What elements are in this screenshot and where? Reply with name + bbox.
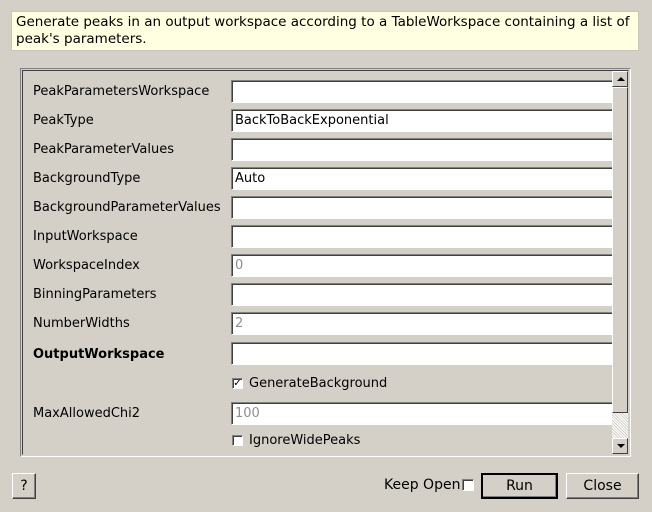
- property-label: WorkspaceIndex: [33, 258, 140, 273]
- property-row-backgroundparametervalues: BackgroundParameterValues: [23, 196, 618, 220]
- numberwidths-input[interactable]: 2: [231, 312, 616, 335]
- property-row-binningparameters: BinningParameters: [23, 283, 618, 307]
- property-row-peaktype: PeakType BackToBackExponential: [23, 109, 618, 133]
- peakparametersworkspace-input[interactable]: [231, 80, 616, 103]
- binningparameters-input[interactable]: [231, 283, 616, 306]
- close-button[interactable]: Close: [566, 473, 639, 499]
- property-label: BackgroundType: [33, 171, 141, 186]
- property-label: PeakParametersWorkspace: [33, 84, 210, 99]
- workspaceindex-input[interactable]: 0: [231, 254, 616, 277]
- property-label: NumberWidths: [33, 316, 130, 331]
- properties-panel: PeakParametersWorkspace PeakType BackToB…: [20, 68, 631, 457]
- property-label: PeakParameterValues: [33, 142, 174, 157]
- inputworkspace-input[interactable]: [231, 225, 616, 248]
- run-button[interactable]: Run: [481, 473, 558, 499]
- scrollbar-thumb[interactable]: [612, 87, 628, 413]
- vertical-scrollbar[interactable]: [612, 71, 628, 454]
- outputworkspace-input[interactable]: [231, 342, 616, 365]
- property-row-peakparametervalues: PeakParameterValues: [23, 138, 618, 162]
- arrow-up-icon: [617, 77, 625, 81]
- maxallowedchi2-input[interactable]: 100: [231, 402, 616, 425]
- property-row-numberwidths: NumberWidths 2: [23, 312, 618, 336]
- keep-open-label[interactable]: Keep Open: [384, 477, 460, 493]
- property-label: PeakType: [33, 113, 94, 128]
- property-row-backgroundtype: BackgroundType Auto: [23, 167, 618, 191]
- ignorewidepeaks-label[interactable]: IgnoreWidePeaks: [249, 433, 360, 448]
- scroll-up-button[interactable]: [612, 71, 628, 87]
- property-label: OutputWorkspace: [33, 347, 165, 362]
- help-button[interactable]: ?: [12, 473, 36, 499]
- property-label: InputWorkspace: [33, 229, 138, 244]
- scroll-down-button[interactable]: [612, 438, 628, 454]
- property-label: BinningParameters: [33, 287, 157, 302]
- backgroundtype-input[interactable]: Auto: [231, 167, 616, 190]
- property-label: BackgroundParameterValues: [33, 200, 221, 215]
- keep-open-checkbox[interactable]: [462, 479, 474, 491]
- generatebackground-checkbox[interactable]: ✓: [232, 378, 243, 389]
- property-row-maxallowedchi2: MaxAllowedChi2 100: [23, 402, 618, 426]
- properties-scroll-area: PeakParametersWorkspace PeakType BackToB…: [22, 70, 629, 455]
- property-row-inputworkspace: InputWorkspace: [23, 225, 618, 249]
- property-row-outputworkspace: OutputWorkspace: [23, 342, 618, 366]
- peakparametervalues-input[interactable]: [231, 138, 616, 161]
- backgroundparametervalues-input[interactable]: [231, 196, 616, 219]
- peaktype-input[interactable]: BackToBackExponential: [231, 109, 616, 132]
- ignorewidepeaks-checkbox[interactable]: [232, 435, 243, 446]
- property-row-peakparametersworkspace: PeakParametersWorkspace: [23, 80, 618, 104]
- property-label: MaxAllowedChi2: [33, 406, 141, 421]
- generatebackground-label[interactable]: GenerateBackground: [249, 376, 387, 391]
- algorithm-description: Generate peaks in an output workspace ac…: [11, 11, 639, 51]
- arrow-down-icon: [617, 444, 625, 448]
- property-row-workspaceindex: WorkspaceIndex 0: [23, 254, 618, 278]
